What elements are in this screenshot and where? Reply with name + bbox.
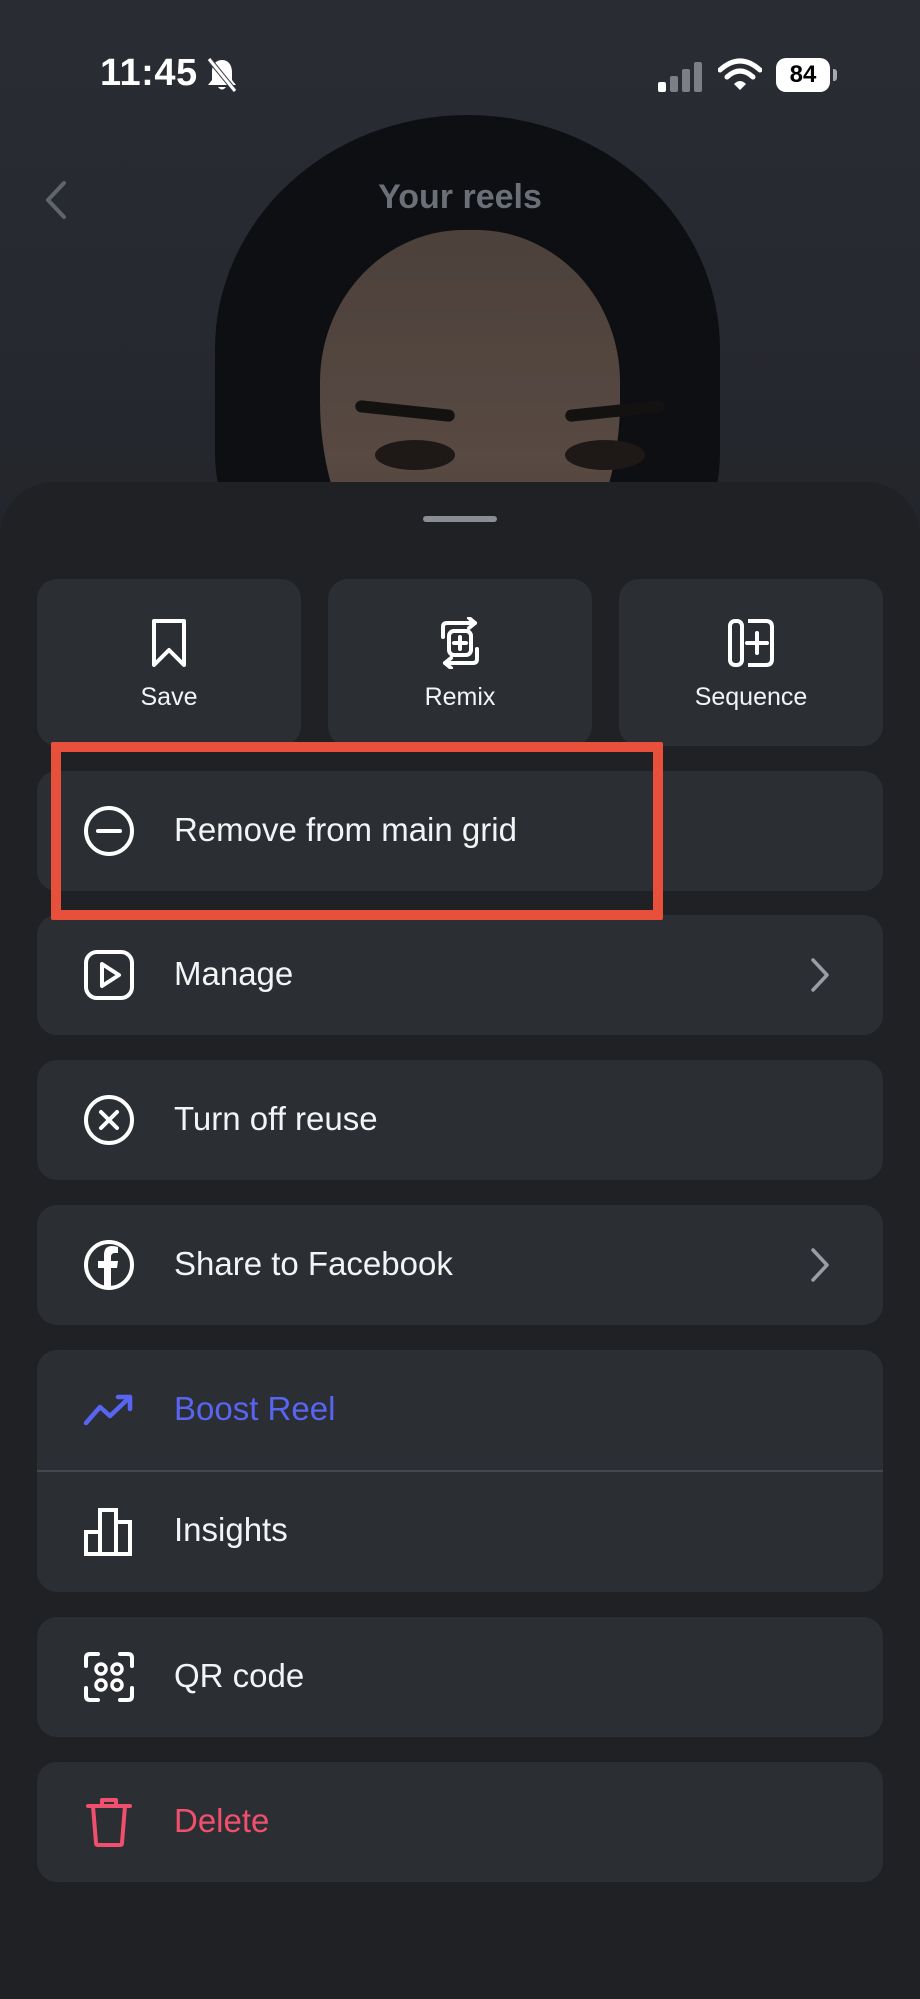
chevron-right-icon: [811, 958, 829, 992]
remove-from-grid-label: Remove from main grid: [174, 811, 517, 848]
remix-label: Remix: [424, 683, 496, 711]
sequence-icon: [728, 619, 774, 667]
chevron-right-icon: [811, 1248, 829, 1282]
bell-muted-icon: [207, 57, 237, 93]
status-time: 11:45: [100, 52, 198, 94]
battery-level: 84: [776, 58, 830, 92]
qr-code-label: QR code: [174, 1657, 305, 1694]
sequence-button[interactable]: Sequence: [619, 579, 883, 746]
battery-tip: [833, 69, 837, 81]
turn-off-reuse-row[interactable]: Turn off reuse: [37, 1060, 883, 1180]
boost-reel-label: Boost Reel: [174, 1390, 336, 1427]
trend-up-icon: [83, 1394, 133, 1426]
boost-reel-row[interactable]: Boost Reel: [37, 1350, 883, 1471]
wifi-icon: [718, 58, 762, 90]
signal-icon: [658, 62, 702, 92]
x-circle-icon: [84, 1095, 134, 1145]
turn-off-reuse-label: Turn off reuse: [174, 1100, 378, 1137]
qr-code-icon: [84, 1652, 134, 1702]
manage-label: Manage: [174, 955, 294, 992]
status-bar: 11:45 84: [0, 40, 920, 110]
minus-circle-icon: [84, 806, 134, 856]
bookmark-icon: [152, 619, 186, 667]
save-label: Save: [140, 683, 198, 711]
facebook-icon: [84, 1240, 134, 1290]
share-to-facebook-label: Share to Facebook: [174, 1245, 453, 1282]
share-to-facebook-row[interactable]: Share to Facebook: [37, 1205, 883, 1325]
delete-label: Delete: [174, 1802, 270, 1839]
manage-row[interactable]: Manage: [37, 915, 883, 1035]
insights-row[interactable]: Insights: [37, 1471, 883, 1592]
save-button[interactable]: Save: [37, 579, 301, 746]
remove-from-grid-row[interactable]: Remove from main grid: [37, 771, 883, 891]
page-title: Your reels: [378, 178, 542, 216]
delete-row[interactable]: Delete: [37, 1762, 883, 1882]
qr-code-row[interactable]: QR code: [37, 1617, 883, 1737]
trash-icon: [86, 1798, 132, 1847]
boost-insights-group: Boost Reel Insights: [37, 1350, 883, 1592]
remix-button[interactable]: Remix: [328, 579, 592, 746]
options-sheet: Save Remix Sequence Remove from main gri…: [0, 482, 920, 1999]
sequence-label: Sequence: [694, 683, 808, 711]
reel-play-icon: [84, 950, 134, 1000]
sheet-drag-handle[interactable]: [423, 516, 497, 522]
bar-chart-icon: [84, 1508, 132, 1556]
remix-icon: [441, 617, 479, 669]
insights-label: Insights: [174, 1511, 288, 1548]
